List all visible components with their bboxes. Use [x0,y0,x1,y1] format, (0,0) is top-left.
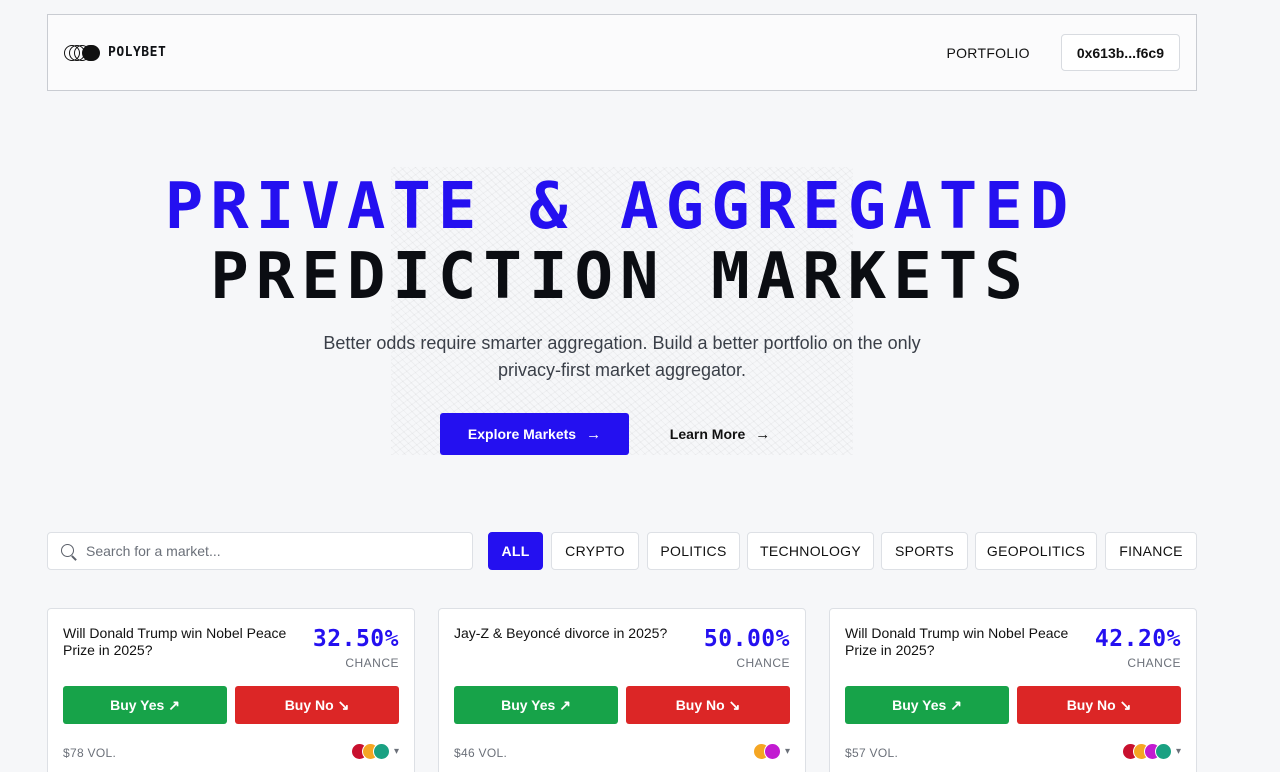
market-question: Will Donald Trump win Nobel Peace Prize … [63,625,287,658]
buy-yes-button[interactable]: Buy Yes ↗ [63,686,227,724]
brand[interactable]: POLYBET [64,44,166,62]
source-logo-icon [1154,743,1172,760]
market-volume: $78 VOL. [63,746,117,760]
category-crypto[interactable]: CRYPTO [551,532,639,570]
category-all[interactable]: ALL [488,532,543,570]
buy-yes-button[interactable]: Buy Yes ↗ [454,686,618,724]
arrow-right-icon: → [586,425,602,443]
category-geopolitics[interactable]: GEOPOLITICS [975,532,1097,570]
hero-title-line1: PRIVATE & AGGREGATED [164,170,1076,244]
market-sources-dropdown[interactable]: ▾ [752,743,790,760]
learn-more-button[interactable]: Learn More → [644,413,796,455]
explore-markets-label: Explore Markets [467,426,577,442]
market-search-box[interactable] [47,532,473,570]
category-sports[interactable]: SPORTS [881,532,968,570]
hero-title-line2: PREDICTION MARKETS [210,240,1030,314]
brand-logo-icon [64,44,102,62]
market-volume: $46 VOL. [454,746,508,760]
buy-no-button[interactable]: Buy No ↘ [1017,686,1181,724]
market-chance-label: CHANCE [345,656,399,670]
brand-name: POLYBET [108,45,167,60]
chevron-down-icon: ▾ [1175,746,1181,757]
source-logo-icon [763,743,781,760]
buy-no-button[interactable]: Buy No ↘ [235,686,399,724]
market-sources-dropdown[interactable]: ▾ [1121,743,1181,760]
market-chance-label: CHANCE [736,656,790,670]
market-question: Jay-Z & Beyoncé divorce in 2025? [454,625,668,641]
market-chance-percent: 42.20% [1094,626,1181,652]
market-card[interactable]: Will Donald Trump win Nobel Peace Prize … [829,608,1197,772]
buy-yes-button[interactable]: Buy Yes ↗ [845,686,1009,724]
learn-more-label: Learn More [669,426,746,442]
market-question: Will Donald Trump win Nobel Peace Prize … [845,625,1069,658]
market-sources-dropdown[interactable]: ▾ [350,743,399,760]
market-card[interactable]: Will Donald Trump win Nobel Peace Prize … [47,608,415,772]
chevron-down-icon: ▾ [784,746,790,757]
hero-subtitle: Better odds require smarter aggregation.… [302,330,942,384]
wallet-address-button[interactable]: 0x613b...f6c9 [1060,34,1180,71]
market-volume: $57 VOL. [845,746,899,760]
category-technology[interactable]: TECHNOLOGY [747,532,874,570]
hero-subtitle-line1: Better odds require smarter aggregation.… [323,333,921,353]
category-politics[interactable]: POLITICS [647,532,740,570]
buy-no-button[interactable]: Buy No ↘ [626,686,790,724]
market-card[interactable]: Jay-Z & Beyoncé divorce in 2025? 50.00% … [438,608,806,772]
chevron-down-icon: ▾ [393,746,399,757]
category-finance[interactable]: FINANCE [1105,532,1197,570]
market-chance-percent: 32.50% [312,626,399,652]
hero-subtitle-line2: privacy-first market aggregator. [497,360,747,380]
source-logo-icon [372,743,390,760]
market-chance-percent: 50.00% [703,626,790,652]
search-input[interactable] [86,543,446,559]
explore-markets-button[interactable]: Explore Markets → [440,413,629,455]
top-navbar: POLYBET PORTFOLIO 0x613b...f6c9 [47,14,1197,91]
arrow-right-icon: → [755,425,771,443]
search-icon [60,542,78,560]
nav-portfolio-link[interactable]: PORTFOLIO [946,45,1029,61]
market-chance-label: CHANCE [1127,656,1181,670]
